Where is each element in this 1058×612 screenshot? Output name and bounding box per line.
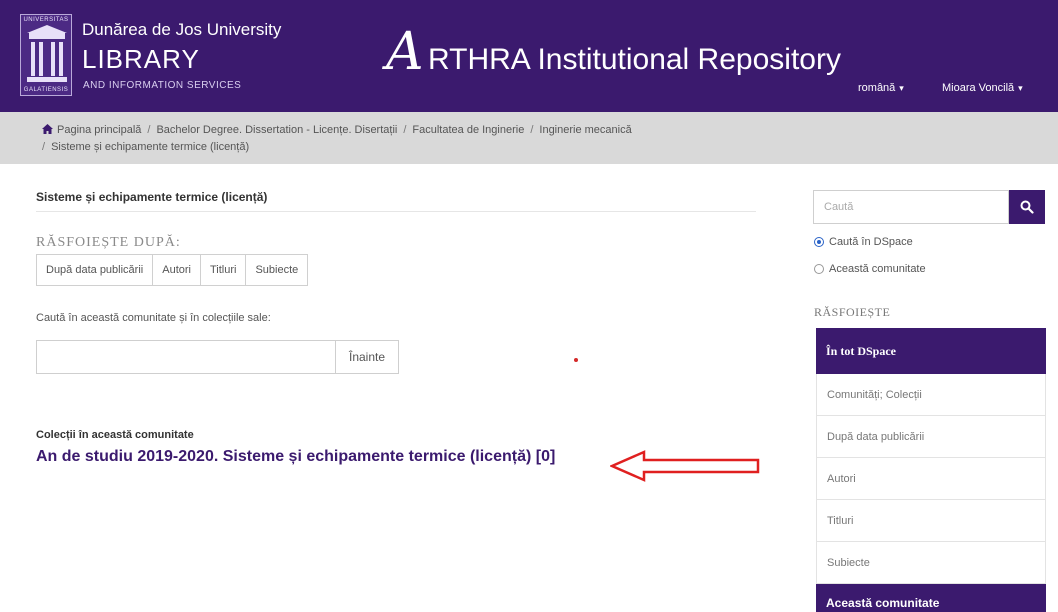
- breadcrumb-home[interactable]: Pagina principală: [57, 124, 141, 136]
- sidebar-item-by-date[interactable]: După data publicării: [816, 416, 1046, 458]
- building-icon: [27, 25, 67, 82]
- sidebar-item-communities[interactable]: Comunități; Colecții: [816, 374, 1046, 416]
- caret-down-icon: ▾: [899, 83, 904, 93]
- language-dropdown[interactable]: română ▾: [858, 82, 904, 94]
- sidebar-search-button[interactable]: [1009, 190, 1045, 224]
- radio-search-dspace[interactable]: Caută în DSpace: [814, 236, 913, 248]
- page-title: Sisteme și echipamente termice (licență): [36, 190, 268, 204]
- browse-by-authors-button[interactable]: Autori: [152, 254, 201, 286]
- breadcrumb-line: Pagina principală / Bachelor Degree. Disse…: [42, 124, 632, 136]
- logo-bottom-text: GALATIENSIS: [23, 87, 69, 93]
- repository-title-text: RTHRA Institutional Repository: [428, 43, 841, 76]
- repository-title-initial: A: [386, 22, 424, 82]
- red-arrow-annotation: [610, 450, 760, 482]
- sidebar-section-all-dspace[interactable]: În tot DSpace: [816, 328, 1046, 374]
- university-name[interactable]: Dunărea de Jos University: [82, 20, 281, 40]
- browse-by-subjects-button[interactable]: Subiecte: [245, 254, 309, 286]
- radio-label: Această comunitate: [829, 263, 926, 275]
- library-title[interactable]: LIBRARY: [82, 44, 200, 75]
- community-search-button[interactable]: Înainte: [335, 340, 399, 374]
- collections-heading: Colecții în această comunitate: [36, 429, 194, 441]
- sidebar-section-this-community[interactable]: Această comunitate: [816, 584, 1046, 612]
- site-header: UNIVERSITAS GALATIENSIS Dunărea de Jos U…: [0, 0, 1058, 112]
- library-subtitle: AND INFORMATION SERVICES: [83, 80, 242, 91]
- sidebar-item-subjects[interactable]: Subiecte: [816, 542, 1046, 584]
- browse-by-titles-button[interactable]: Titluri: [199, 254, 247, 286]
- user-menu[interactable]: Mioara Voncilă ▾: [942, 82, 1023, 94]
- radio-label: Caută în DSpace: [829, 236, 913, 248]
- language-label: română: [858, 82, 896, 94]
- search-icon: [1020, 200, 1034, 214]
- sidebar-browse-heading: RĂSFOIEȘTE: [814, 305, 891, 319]
- browse-by-date-button[interactable]: După data publicării: [36, 254, 154, 286]
- home-icon: [42, 124, 53, 134]
- breadcrumb-item-bachelor[interactable]: Bachelor Degree. Dissertation - Licențe.…: [156, 124, 397, 136]
- community-search-label: Caută în această comunitate și în colecț…: [36, 312, 271, 324]
- sidebar-item-titles[interactable]: Titluri: [816, 500, 1046, 542]
- radio-selected-icon: [814, 237, 824, 247]
- sidebar-item-authors[interactable]: Autori: [816, 458, 1046, 500]
- stray-dot: [574, 358, 578, 362]
- breadcrumb-item-faculty[interactable]: Facultatea de Inginerie: [412, 124, 524, 136]
- breadcrumb-item-department[interactable]: Inginerie mecanică: [539, 124, 631, 136]
- radio-search-community[interactable]: Această comunitate: [814, 263, 926, 275]
- sidebar-search-input[interactable]: [813, 190, 1009, 224]
- breadcrumb-separator: /: [42, 141, 46, 153]
- university-logo[interactable]: UNIVERSITAS GALATIENSIS: [20, 14, 72, 96]
- browse-heading: RĂSFOIEȘTE DUPĂ:: [36, 235, 181, 250]
- collection-link[interactable]: An de studiu 2019-2020. Sisteme și echip…: [36, 448, 555, 466]
- user-name: Mioara Voncilă: [942, 82, 1015, 94]
- radio-unselected-icon: [814, 264, 824, 274]
- browse-button-group: După data publicării Autori Titluri Subi…: [36, 254, 309, 286]
- breadcrumb-separator: /: [403, 124, 407, 136]
- breadcrumb-current: Sisteme și echipamente termice (licență): [51, 141, 250, 153]
- breadcrumb-separator: /: [530, 124, 534, 136]
- title-divider: [36, 211, 756, 212]
- logo-top-text: UNIVERSITAS: [23, 17, 69, 23]
- community-search-input[interactable]: [36, 340, 336, 374]
- breadcrumb-separator: /: [147, 124, 151, 136]
- breadcrumb: Pagina principală / Bachelor Degree. Disse…: [0, 112, 1058, 164]
- breadcrumb-line: / Sisteme și echipamente termice (licență…: [42, 141, 249, 153]
- caret-down-icon: ▾: [1018, 83, 1023, 93]
